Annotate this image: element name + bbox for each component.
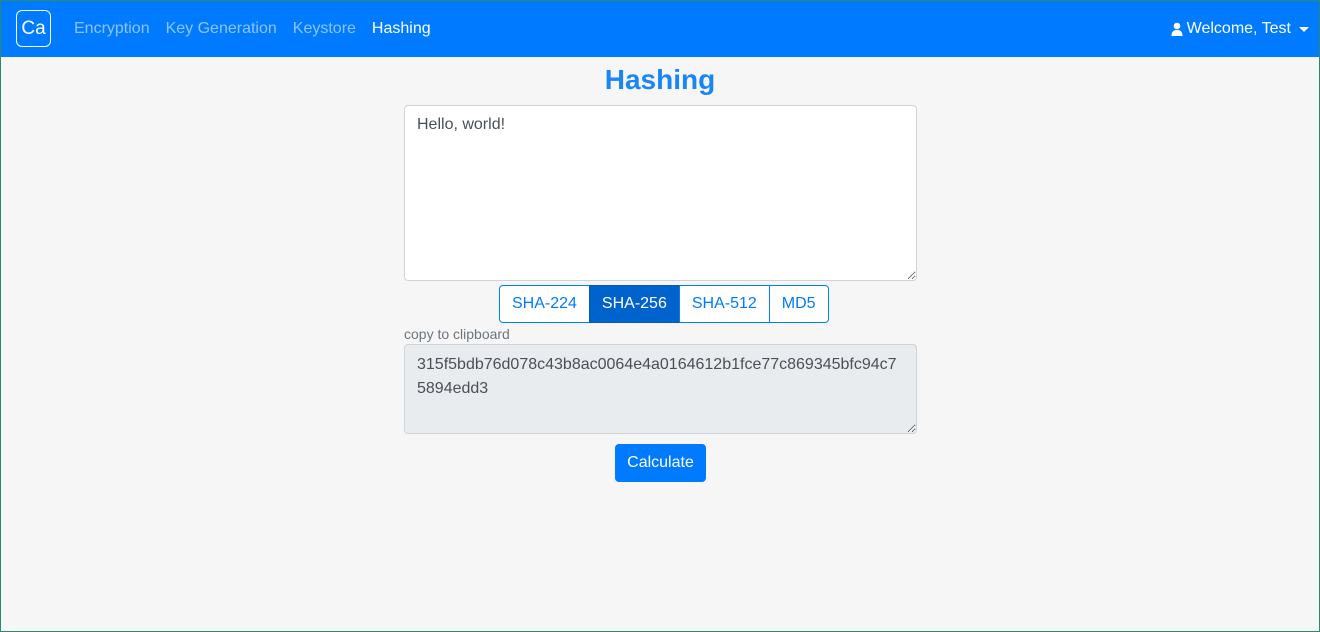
nav-link-encryption[interactable]: Encryption <box>74 20 150 38</box>
caret-down-icon <box>1299 26 1309 32</box>
nav-link-key-generation[interactable]: Key Generation <box>166 20 277 38</box>
nav-links: Encryption Key Generation Keystore Hashi… <box>74 1 447 57</box>
nav-link-keystore[interactable]: Keystore <box>293 20 356 38</box>
user-menu-dropdown[interactable]: Welcome, Test <box>1171 1 1309 57</box>
user-welcome-label: Welcome, Test <box>1186 20 1291 37</box>
navbar: Ca Encryption Key Generation Keystore Ha… <box>1 1 1319 57</box>
algorithm-button-group: SHA-224 SHA-256 SHA-512 MD5 <box>499 285 829 323</box>
algo-button-sha-256[interactable]: SHA-256 <box>588 285 680 323</box>
nav-link-hashing[interactable]: Hashing <box>372 20 431 38</box>
copy-to-clipboard-link[interactable]: copy to clipboard <box>404 326 510 342</box>
input-textarea[interactable]: Hello, world! <box>404 105 917 281</box>
calculate-button[interactable]: Calculate <box>615 444 706 482</box>
algo-button-sha-512[interactable]: SHA-512 <box>678 285 770 323</box>
user-icon <box>1171 22 1183 36</box>
hash-output-textarea[interactable]: 315f5bdb76d078c43b8ac0064e4a0164612b1fce… <box>404 344 917 434</box>
algo-button-md5[interactable]: MD5 <box>768 285 829 323</box>
algo-button-sha-224[interactable]: SHA-224 <box>499 285 590 323</box>
brand-logo[interactable]: Ca <box>16 10 51 47</box>
page-title: Hashing <box>604 64 716 95</box>
